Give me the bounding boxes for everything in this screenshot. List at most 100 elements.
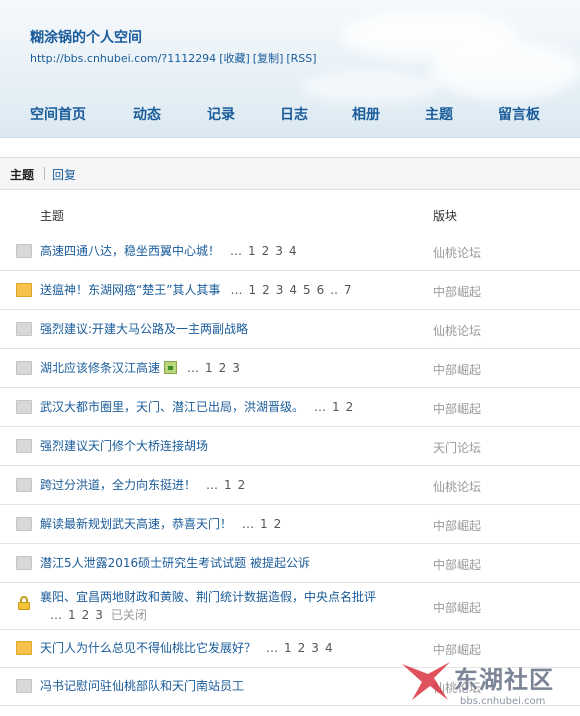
page-link[interactable]: 4 bbox=[289, 283, 297, 297]
thread-pages: … 1 2 3 bbox=[181, 361, 240, 375]
thread-forum-link[interactable]: 仙桃论坛 bbox=[433, 244, 481, 261]
page-link[interactable]: 4 bbox=[325, 641, 333, 655]
thread-title-link[interactable]: 冯书记慰问驻仙桃部队和天门南站员工 bbox=[40, 679, 244, 693]
page-ellipsis: .. bbox=[330, 283, 338, 297]
thread-forum-link[interactable]: 仙桃论坛 bbox=[433, 478, 481, 495]
nav-guestbook[interactable]: 留言板 bbox=[498, 104, 540, 124]
page-link[interactable]: 1 bbox=[68, 608, 76, 622]
page-ellipsis: … bbox=[230, 244, 243, 258]
page-link[interactable]: 2 bbox=[274, 517, 282, 531]
thread-subject: 解读最新规划武天高速，恭喜天门！ … 1 2 bbox=[40, 515, 420, 533]
gray-folder-icon bbox=[16, 361, 32, 375]
space-nav: 空间首页 动态 记录 日志 相册 主题 留言板 bbox=[0, 104, 580, 126]
page-link[interactable]: 3 bbox=[275, 244, 283, 258]
page-link[interactable]: 2 bbox=[262, 283, 270, 297]
page-link[interactable]: 1 bbox=[284, 641, 292, 655]
copy-link[interactable]: [复制] bbox=[253, 52, 284, 65]
nav-records[interactable]: 记录 bbox=[207, 104, 235, 124]
page-link[interactable]: 2 bbox=[298, 641, 306, 655]
thread-subject: 强烈建议:开建大马公路及一主两副战略 bbox=[40, 320, 420, 338]
space-title[interactable]: 糊涂锅的个人空间 bbox=[30, 27, 142, 47]
thread-forum-link[interactable]: 中部崛起 bbox=[433, 361, 481, 378]
page-link[interactable]: 2 bbox=[219, 361, 227, 375]
thread-subject: 跨过分洪道，全力向东挺进！ … 1 2 bbox=[40, 476, 420, 494]
tab-threads[interactable]: 主题 bbox=[10, 166, 34, 183]
nav-blog[interactable]: 日志 bbox=[280, 104, 308, 124]
thread-row: 解读最新规划武天高速，恭喜天门！ … 1 2 中部崛起 bbox=[0, 505, 580, 544]
nav-feed[interactable]: 动态 bbox=[133, 104, 161, 124]
rss-link[interactable]: [RSS] bbox=[286, 52, 316, 65]
page-link[interactable]: 3 bbox=[95, 608, 103, 622]
gray-folder-icon bbox=[16, 556, 32, 570]
page-link[interactable]: 4 bbox=[289, 244, 297, 258]
thread-title-link[interactable]: 襄阳、宜昌两地财政和黄陂、荆门统计数据造假，中央点名批评 bbox=[40, 590, 376, 604]
thread-title-link[interactable]: 解读最新规划武天高速，恭喜天门！ bbox=[40, 517, 232, 531]
thread-pages: … 1 2 bbox=[308, 400, 353, 414]
page-link[interactable]: 3 bbox=[232, 361, 240, 375]
favorite-link[interactable]: [收藏] bbox=[219, 52, 250, 65]
thread-title-link[interactable]: 天门人为什么总见不得仙桃比它发展好？ bbox=[40, 641, 256, 655]
watermark-url: bbs.cnhubei.com bbox=[460, 696, 546, 707]
thread-forum-link[interactable]: 中部崛起 bbox=[433, 283, 481, 300]
space-header: 糊涂锅的个人空间 http://bbs.cnhubei.com/?1112294… bbox=[0, 0, 580, 138]
orange-folder-icon bbox=[16, 283, 32, 297]
thread-title-link[interactable]: 潜江5人泄露2016硕士研究生考试试题 被提起公诉 bbox=[40, 556, 310, 570]
space-url-link[interactable]: http://bbs.cnhubei.com/?1112294 bbox=[30, 52, 216, 65]
tab-bar: 主题 回复 bbox=[0, 157, 580, 190]
page-link[interactable]: 1 bbox=[248, 283, 256, 297]
column-header-forum: 版块 bbox=[433, 209, 458, 223]
page-link[interactable]: 1 bbox=[260, 517, 268, 531]
page-ellipsis: … bbox=[50, 608, 62, 622]
space-links: http://bbs.cnhubei.com/?1112294 [收藏] [复制][… bbox=[30, 50, 320, 66]
page-link[interactable]: 2 bbox=[262, 244, 270, 258]
thread-pages: … 1 2 3 4 bbox=[224, 244, 297, 258]
page-link[interactable]: 6 bbox=[317, 283, 325, 297]
page-link[interactable]: 7 bbox=[344, 283, 352, 297]
page-link[interactable]: 5 bbox=[303, 283, 311, 297]
thread-forum-link[interactable]: 中部崛起 bbox=[433, 599, 481, 616]
thread-subject: 湖北应该修条汉江高速 … 1 2 3 bbox=[40, 359, 420, 377]
site-logo-icon bbox=[402, 662, 450, 700]
page-link[interactable]: 1 bbox=[332, 400, 340, 414]
thread-subject: 强烈建议天门修个大桥连接胡场 bbox=[40, 437, 420, 455]
page-ellipsis: … bbox=[266, 641, 279, 655]
gray-folder-icon bbox=[16, 517, 32, 531]
page-link[interactable]: 2 bbox=[346, 400, 354, 414]
page-link[interactable]: 1 bbox=[205, 361, 213, 375]
cloud-decoration bbox=[430, 40, 580, 100]
thread-subject: 高速四通八达，稳坐西翼中心城！ … 1 2 3 4 bbox=[40, 242, 420, 260]
thread-title-link[interactable]: 送瘟神！东湖网癌“楚王”其人其事 bbox=[40, 283, 220, 297]
thread-pages: … 1 2 bbox=[200, 478, 245, 492]
thread-subject: 送瘟神！东湖网癌“楚王”其人其事 … 1 2 3 4 5 6.. 7 bbox=[40, 281, 420, 299]
thread-row: 潜江5人泄露2016硕士研究生考试试题 被提起公诉 中部崛起 bbox=[0, 544, 580, 583]
page-ellipsis: … bbox=[242, 517, 255, 531]
thread-pages: … 1 2 3 4 5 6.. 7 bbox=[224, 283, 351, 297]
thread-row: 强烈建议天门修个大桥连接胡场 天门论坛 bbox=[0, 427, 580, 466]
thread-title-link[interactable]: 强烈建议天门修个大桥连接胡场 bbox=[40, 439, 208, 453]
thread-title-link[interactable]: 武汉大都市圈里，天门、潜江已出局，洪湖晋级。 bbox=[40, 400, 304, 414]
thread-title-link[interactable]: 强烈建议:开建大马公路及一主两副战略 bbox=[40, 322, 248, 336]
page-link[interactable]: 3 bbox=[311, 641, 319, 655]
thread-subject: 襄阳、宜昌两地财政和黄陂、荆门统计数据造假，中央点名批评 … 1 2 3 已关闭 bbox=[40, 588, 420, 624]
page-ellipsis: … bbox=[187, 361, 200, 375]
tab-replies[interactable]: 回复 bbox=[52, 166, 76, 183]
thread-title-link[interactable]: 湖北应该修条汉江高速 bbox=[40, 361, 160, 375]
thread-forum-link[interactable]: 中部崛起 bbox=[433, 400, 481, 417]
nav-home[interactable]: 空间首页 bbox=[30, 104, 86, 124]
thread-forum-link[interactable]: 仙桃论坛 bbox=[433, 322, 481, 339]
tab-divider bbox=[44, 167, 45, 180]
gray-folder-icon bbox=[16, 439, 32, 453]
thread-forum-link[interactable]: 中部崛起 bbox=[433, 556, 481, 573]
page-link[interactable]: 1 bbox=[224, 478, 232, 492]
page-link[interactable]: 1 bbox=[248, 244, 256, 258]
page-link[interactable]: 2 bbox=[82, 608, 90, 622]
thread-pages: … 1 2 bbox=[236, 517, 281, 531]
nav-threads[interactable]: 主题 bbox=[425, 104, 453, 124]
thread-title-link[interactable]: 高速四通八达，稳坐西翼中心城！ bbox=[40, 244, 220, 258]
page-link[interactable]: 2 bbox=[238, 478, 246, 492]
nav-album[interactable]: 相册 bbox=[352, 104, 380, 124]
thread-title-link[interactable]: 跨过分洪道，全力向东挺进！ bbox=[40, 478, 196, 492]
page-link[interactable]: 3 bbox=[276, 283, 284, 297]
thread-forum-link[interactable]: 中部崛起 bbox=[433, 517, 481, 534]
thread-forum-link[interactable]: 天门论坛 bbox=[433, 439, 481, 456]
